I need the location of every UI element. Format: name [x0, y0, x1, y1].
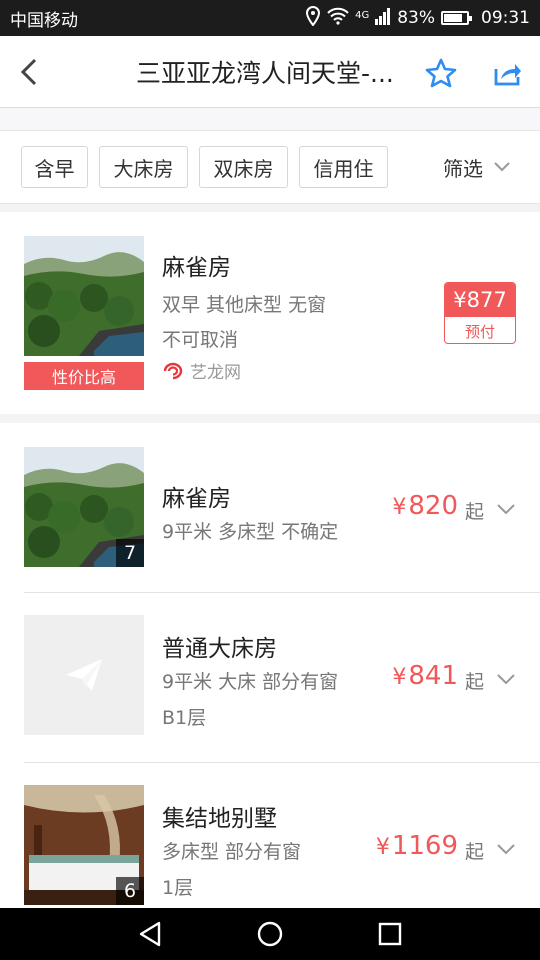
room-name: 普通大床房: [162, 636, 277, 662]
book-price-button[interactable]: ¥877 预付: [444, 282, 516, 344]
chevron-down-icon[interactable]: [496, 503, 516, 517]
room-row[interactable]: 7 麻雀房 9平米 多床型 不确定 ¥820 起: [0, 423, 540, 593]
photo-count: 6: [116, 877, 144, 905]
room-detail: 9平米 大床 部分有窗: [162, 671, 339, 693]
room-detail: 多床型 部分有窗: [162, 841, 302, 863]
filter-label: 筛选: [443, 156, 483, 181]
currency-symbol: ¥: [392, 665, 407, 690]
room-row[interactable]: 普通大床房 9平米 大床 部分有窗 B1层 ¥841 起: [0, 593, 540, 763]
battery-icon: [441, 11, 472, 25]
battery-level: [444, 14, 463, 22]
source-row: 艺龙网: [162, 358, 241, 383]
network-type-label: 4G: [355, 9, 370, 21]
filter-chip-double-bed[interactable]: 大床房: [99, 146, 188, 188]
back-arrow-icon: [20, 58, 37, 85]
currency-symbol: ¥: [392, 495, 407, 520]
triangle-back-icon: [139, 921, 161, 947]
star-icon: [425, 58, 457, 88]
status-bar: 中国移动 4G 83% 09:31: [0, 0, 540, 36]
price-suffix: 起: [465, 501, 485, 523]
carrier-label: 中国移动: [10, 10, 78, 31]
room-photo[interactable]: 7: [24, 447, 144, 567]
chevron-down-icon[interactable]: [496, 673, 516, 687]
price-value: 841: [408, 661, 458, 691]
status-icons: 4G 83% 09:31: [305, 5, 530, 31]
price-suffix: 起: [465, 841, 485, 863]
room-row[interactable]: 6 集结地别墅 多床型 部分有窗 1层 ¥1169 起: [0, 763, 540, 908]
room-photo[interactable]: [24, 236, 144, 356]
clock: 09:31: [481, 8, 530, 28]
filter-chip-breakfast[interactable]: 含早: [21, 146, 88, 188]
circle-home-icon: [257, 921, 283, 947]
room-list: 7 麻雀房 9平米 多床型 不确定 ¥820 起 普通大床房 9平米 大床 部分…: [0, 423, 540, 908]
price-value: 820: [408, 491, 458, 521]
filter-chip-twin-bed[interactable]: 双床房: [199, 146, 288, 188]
room-price: ¥1169: [376, 831, 458, 861]
room-photo[interactable]: 6: [24, 785, 144, 905]
chevron-down-icon[interactable]: [496, 843, 516, 857]
signal-icon: [375, 7, 391, 30]
currency-symbol: ¥: [375, 835, 390, 860]
nav-back-button[interactable]: [130, 914, 170, 954]
room-name: 集结地别墅: [162, 806, 277, 832]
share-button[interactable]: [486, 52, 528, 94]
featured-price: ¥877: [445, 283, 515, 317]
header-bar: 三亚亚龙湾人间天堂-...: [0, 36, 540, 108]
chevron-down-icon: [494, 162, 510, 172]
cancel-policy: 不可取消: [162, 329, 239, 351]
spacer: [0, 108, 540, 130]
room-price: ¥841: [392, 661, 458, 691]
location-icon: [305, 5, 321, 31]
page-title: 三亚亚龙湾人间天堂-...: [136, 58, 394, 88]
room-price: ¥820: [392, 491, 458, 521]
battery-percent: 83%: [397, 8, 435, 28]
paper-plane-icon: [66, 659, 102, 691]
nav-home-button[interactable]: [250, 914, 290, 954]
source-label: 艺龙网: [190, 363, 241, 383]
value-badge: 性价比高: [24, 362, 144, 390]
room-photo-placeholder[interactable]: [24, 615, 144, 735]
pay-type: 预付: [464, 322, 495, 341]
room-floor: B1层: [162, 707, 207, 729]
price-value: 1169: [391, 831, 458, 861]
elong-logo-icon: [163, 362, 183, 379]
room-detail: 9平米 多床型 不确定: [162, 521, 339, 543]
system-nav-bar: [0, 908, 540, 960]
room-name: 麻雀房: [162, 255, 231, 281]
photo-count: 7: [116, 539, 144, 567]
featured-room-card[interactable]: 性价比高 麻雀房 双早 其他床型 无窗 不可取消 艺龙网 ¥877 预付: [0, 212, 540, 414]
square-recents-icon: [378, 922, 402, 946]
room-detail: 双早 其他床型 无窗: [162, 294, 327, 316]
price-suffix: 起: [465, 671, 485, 693]
share-icon: [494, 64, 521, 86]
room-floor: 1层: [162, 877, 194, 899]
back-button[interactable]: [0, 36, 58, 108]
jungle-pool-photo: [24, 236, 144, 356]
wifi-icon: [327, 7, 349, 30]
filter-chip-credit-stay[interactable]: 信用住: [299, 146, 388, 188]
room-name: 麻雀房: [162, 486, 231, 512]
favorite-button[interactable]: [420, 52, 462, 94]
nav-recents-button[interactable]: [370, 914, 410, 954]
filter-button[interactable]: 筛选: [443, 145, 511, 189]
filter-bar: 含早 大床房 双床房 信用住 筛选: [0, 130, 540, 204]
